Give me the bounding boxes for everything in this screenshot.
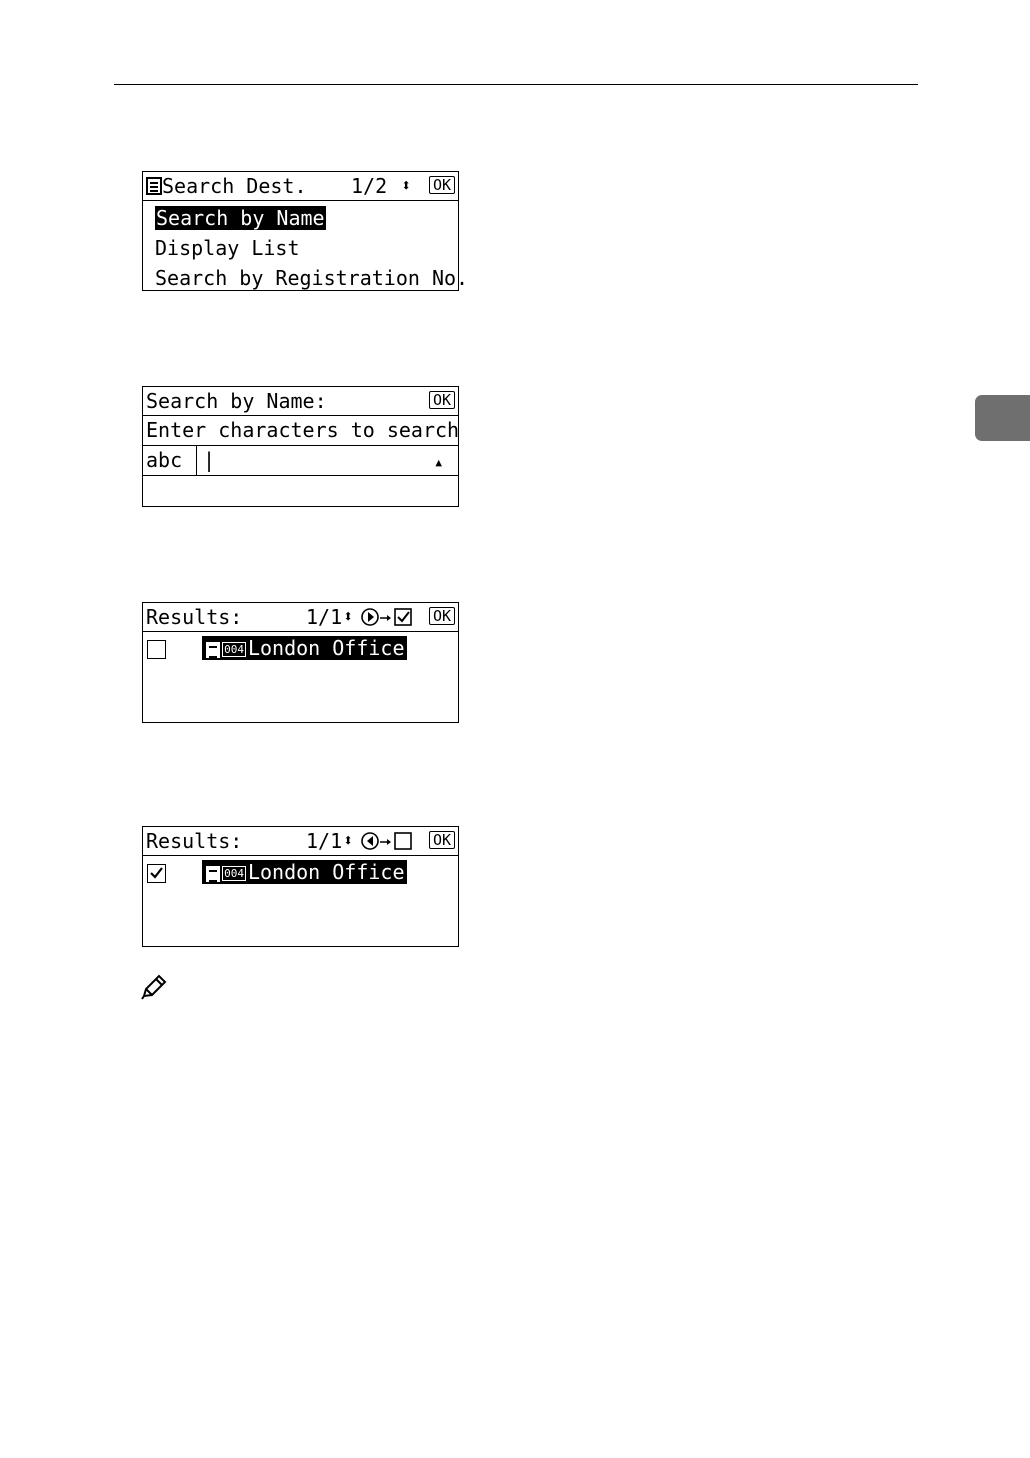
result-row[interactable]: 004 London Office	[143, 632, 458, 664]
document-icon	[206, 865, 221, 882]
destination-entry[interactable]: 004 London Office	[202, 636, 407, 660]
destination-entry[interactable]: 004 London Office	[202, 860, 407, 884]
lcd-screen-search-by-name: Search by Name: OK Enter characters to s…	[142, 386, 459, 507]
ok-button[interactable]: OK	[428, 391, 455, 409]
entry-name: London Office	[247, 860, 405, 884]
page-indicator: 1/1	[306, 829, 343, 853]
entry-number: 004	[222, 642, 246, 657]
lcd-title-bar: Results: 1/1 ⬍ OK	[143, 827, 458, 856]
lcd-title-bar: Search by Name: OK	[143, 387, 458, 416]
input-mode-label[interactable]: abc	[143, 446, 197, 475]
document-icon	[206, 641, 221, 658]
menu-item-search-by-name[interactable]: Search by Name	[143, 203, 458, 233]
right-arrow-check-icon	[361, 608, 412, 626]
left-arrow-uncheck-icon	[361, 832, 412, 850]
text-cursor: |	[203, 448, 216, 472]
page-indicator: 1/1	[306, 605, 343, 629]
lcd-title-text: Search Dest.	[162, 174, 307, 198]
lcd-title: Search by Name:	[146, 389, 327, 413]
entry-number: 004	[222, 866, 246, 881]
result-row[interactable]: 004 London Office	[143, 856, 458, 888]
header-rule	[114, 84, 918, 85]
lcd-screen-search-dest: Search Dest. 1/2 ⬍ OK Search by Name Dis…	[142, 171, 468, 293]
empty-row	[143, 476, 458, 504]
search-prompt: Enter characters to search	[143, 416, 459, 446]
checkbox-checked[interactable]	[147, 864, 166, 883]
lcd-title: Results:	[146, 829, 243, 853]
page-indicator: 1/2	[351, 174, 388, 198]
entry-name: London Office	[247, 636, 405, 660]
check-icon	[150, 867, 163, 879]
chapter-tab	[975, 395, 1030, 441]
search-input-row[interactable]: abc | ▲	[143, 446, 458, 476]
lcd-title: Search Dest.	[146, 172, 307, 200]
menu-item-search-by-registration[interactable]: Search by Registration No.	[143, 263, 468, 293]
ok-button[interactable]: OK	[428, 831, 455, 849]
lcd-title-bar: Search Dest. 1/2 ⬍ OK	[143, 172, 458, 201]
menu-item-display-list[interactable]: Display List	[143, 233, 458, 263]
ok-button[interactable]: OK	[428, 607, 455, 625]
lcd-screen-results-checked: Results: 1/1 ⬍ OK 004 London Office	[142, 826, 459, 947]
lcd-screen-results-unchecked: Results: 1/1 ⬍ OK 004 London Office	[142, 602, 459, 723]
note-pencil-icon	[141, 974, 167, 1000]
lcd-title-bar: Results: 1/1 ⬍ OK	[143, 603, 458, 632]
up-down-icon[interactable]: ⬍	[343, 827, 353, 855]
lcd-title: Results:	[146, 605, 243, 629]
list-icon	[146, 177, 162, 195]
up-down-icon[interactable]: ⬍	[401, 172, 411, 200]
up-down-icon[interactable]: ⬍	[343, 603, 353, 631]
checkbox[interactable]	[147, 640, 166, 659]
ok-button[interactable]: OK	[428, 176, 455, 194]
up-arrow-icon[interactable]: ▲	[435, 448, 442, 477]
